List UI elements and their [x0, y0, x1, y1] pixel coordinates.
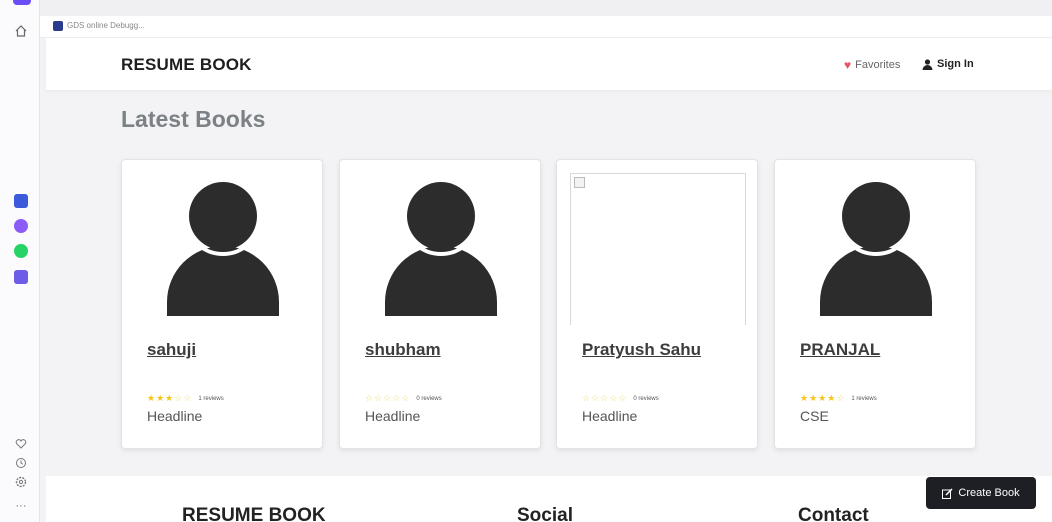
app-shortcut-icon[interactable] [14, 194, 28, 208]
book-title-link[interactable]: sahuji [147, 340, 196, 360]
book-card[interactable]: shubham ☆ ☆ ☆ ☆ ☆ 0 reviews Headline [339, 159, 541, 449]
star-icon: ☆ [174, 393, 184, 403]
create-book-button[interactable]: Create Book [926, 477, 1036, 509]
star-icon: ★ [165, 393, 175, 403]
brand-logo[interactable]: RESUME BOOK [121, 55, 252, 75]
star-icon: ☆ [609, 393, 619, 403]
star-icon: ★ [147, 393, 157, 403]
footer-brand: RESUME BOOK [182, 505, 326, 522]
heart-icon: ♥ [844, 58, 852, 72]
page-content: RESUME BOOK ♥ Favorites Sign In Latest B… [40, 38, 1052, 522]
messenger-icon[interactable] [14, 219, 28, 233]
star-icon: ☆ [392, 393, 402, 403]
star-icon: ★ [827, 393, 837, 403]
book-title-link[interactable]: PRANJAL [800, 340, 880, 360]
book-headline: Headline [147, 408, 203, 424]
star-rating: ☆ ☆ ☆ ☆ ☆ 0 reviews [582, 393, 659, 404]
avatar-placeholder-icon [385, 182, 497, 316]
review-count: 0 reviews [633, 395, 659, 402]
star-icon: ☆ [374, 393, 384, 403]
star-icon: ☆ [401, 393, 411, 403]
book-title-link[interactable]: Pratyush Sahu [582, 340, 701, 360]
user-icon [922, 58, 933, 70]
star-rating: ☆ ☆ ☆ ☆ ☆ 0 reviews [365, 393, 442, 404]
create-book-label: Create Book [958, 487, 1020, 499]
star-icon: ★ [818, 393, 828, 403]
star-icon: ☆ [383, 393, 393, 403]
star-rating: ★ ★ ★ ★ ☆ 1 reviews [800, 393, 877, 404]
avatar-placeholder-icon [167, 182, 279, 316]
star-icon: ★ [800, 393, 810, 403]
review-count: 0 reviews [416, 395, 442, 402]
book-card[interactable]: Pratyush Sahu ☆ ☆ ☆ ☆ ☆ 0 reviews Headline [556, 159, 758, 449]
site-footer: RESUME BOOK Social Contact [46, 476, 1052, 522]
star-icon: ☆ [591, 393, 601, 403]
app-shortcut-icon[interactable] [14, 270, 28, 284]
footer-contact-heading: Contact [798, 505, 869, 522]
tab-strip: GDS online Debugg... [40, 16, 1052, 38]
book-headline: Headline [365, 408, 421, 424]
sign-in-link[interactable]: Sign In [922, 58, 974, 70]
favorites-link[interactable]: ♥ Favorites [844, 58, 900, 72]
footer-social-heading: Social [517, 505, 573, 522]
star-icon: ☆ [600, 393, 610, 403]
review-count: 1 reviews [198, 395, 224, 402]
sign-in-label: Sign In [937, 58, 974, 70]
star-icon: ☆ [582, 393, 592, 403]
star-icon: ☆ [365, 393, 375, 403]
star-icon: ★ [809, 393, 819, 403]
section-title: Latest Books [121, 106, 266, 132]
favorites-label: Favorites [855, 59, 901, 71]
avatar-placeholder-icon [820, 182, 932, 316]
star-icon: ☆ [836, 393, 846, 403]
profile-accent [13, 0, 31, 5]
history-icon[interactable] [13, 457, 29, 473]
browser-sidebar: ··· [0, 0, 40, 522]
edit-icon [942, 487, 953, 499]
star-icon: ★ [156, 393, 166, 403]
heart-icon[interactable] [13, 438, 29, 454]
more-icon[interactable]: ··· [13, 498, 29, 514]
book-card[interactable]: PRANJAL ★ ★ ★ ★ ☆ 1 reviews CSE [774, 159, 976, 449]
whatsapp-icon[interactable] [14, 244, 28, 258]
book-headline: CSE [800, 408, 829, 424]
tab-favicon-icon [53, 21, 63, 31]
book-title-link[interactable]: shubham [365, 340, 441, 360]
book-card[interactable]: sahuji ★ ★ ★ ☆ ☆ 1 reviews Headline [121, 159, 323, 449]
broken-image-icon [570, 173, 746, 325]
star-rating: ★ ★ ★ ☆ ☆ 1 reviews [147, 393, 224, 404]
star-icon: ☆ [183, 393, 193, 403]
site-header: RESUME BOOK ♥ Favorites Sign In [46, 38, 1052, 90]
review-count: 1 reviews [851, 395, 877, 402]
tab-title[interactable]: GDS online Debugg... [67, 21, 145, 30]
star-icon: ☆ [618, 393, 628, 403]
home-icon[interactable] [13, 24, 29, 40]
book-headline: Headline [582, 408, 638, 424]
settings-icon[interactable] [13, 476, 29, 492]
